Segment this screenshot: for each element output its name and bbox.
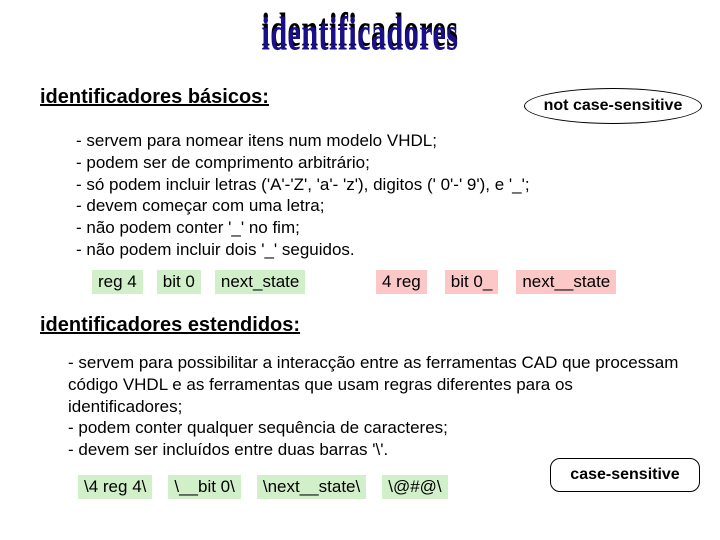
extended-example: \4 reg 4\	[78, 475, 152, 499]
invalid-example: next__state	[516, 270, 616, 294]
valid-example: next_state	[215, 270, 305, 294]
invalid-example: 4 reg	[376, 270, 427, 294]
title-text: identificadores	[262, 8, 459, 62]
bullet: - podem conter qualquer sequência de car…	[68, 417, 680, 439]
valid-example: bit 0	[157, 270, 201, 294]
badge2-text: case-sensitive	[570, 466, 679, 484]
bullet: - servem para nomear itens num modelo VH…	[76, 130, 676, 152]
badge1-text: not case-sensitive	[544, 97, 683, 115]
bullet: - devem começar com uma letra;	[76, 195, 676, 217]
slide-title-block: identificadores identificadores	[0, 0, 720, 70]
bullet: - podem ser de comprimento arbitrário;	[76, 152, 676, 174]
case-sensitive-badge: case-sensitive	[550, 458, 700, 492]
section2-heading: identificadores estendidos:	[40, 314, 300, 337]
valid-identifiers-row: reg 4 bit 0 next_state	[92, 270, 305, 294]
valid-example: reg 4	[92, 270, 143, 294]
extended-example: \@#@\	[382, 475, 447, 499]
section1-bullets: - servem para nomear itens num modelo VH…	[76, 130, 676, 261]
not-case-sensitive-badge: not case-sensitive	[524, 88, 702, 124]
section2-bullets: - servem para possibilitar a interacção …	[68, 352, 680, 461]
bullet: - não podem conter '_' no fim;	[76, 217, 676, 239]
bullet: - servem para possibilitar a interacção …	[68, 352, 680, 417]
extended-example: \next__state\	[257, 475, 366, 499]
extended-example: \__bit 0\	[168, 475, 241, 499]
invalid-identifiers-row: 4 reg bit 0_ next__state	[376, 270, 616, 294]
extended-identifiers-row: \4 reg 4\ \__bit 0\ \next__state\ \@#@\	[78, 475, 448, 499]
invalid-example: bit 0_	[445, 270, 499, 294]
bullet: - não podem incluir dois '_' seguidos.	[76, 239, 676, 261]
bullet: - só podem incluir letras ('A'-'Z', 'a'-…	[76, 174, 676, 196]
section1-heading: identificadores básicos:	[40, 86, 269, 109]
